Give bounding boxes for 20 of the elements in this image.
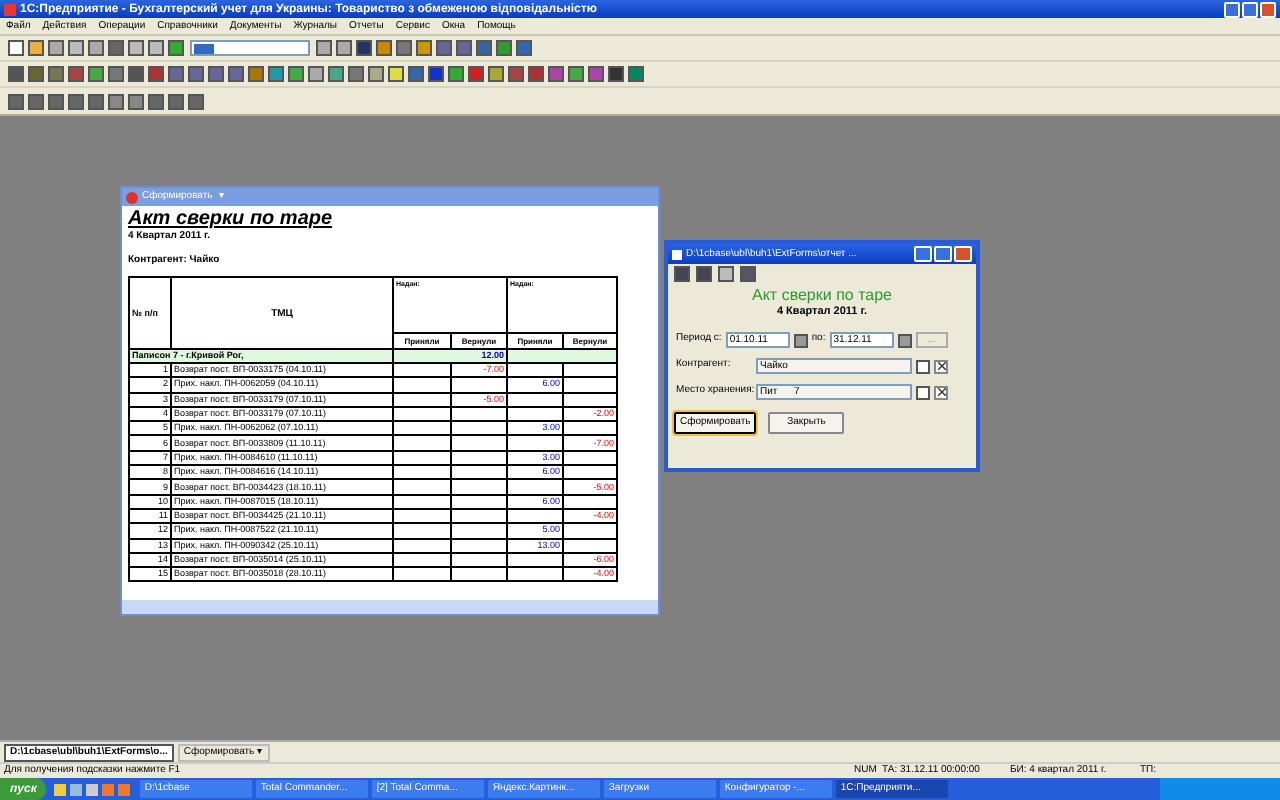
close-icon bbox=[937, 388, 945, 396]
clear-button[interactable] bbox=[934, 359, 948, 373]
maximize-button[interactable] bbox=[1242, 1, 1258, 17]
close-icon bbox=[937, 362, 945, 370]
system-tray bbox=[1160, 778, 1280, 800]
close-button[interactable] bbox=[1260, 1, 1276, 17]
report-icon bbox=[126, 191, 138, 203]
close-button[interactable] bbox=[954, 246, 972, 262]
form-icon bbox=[672, 249, 682, 259]
minimize-button[interactable] bbox=[914, 246, 932, 262]
app-icon bbox=[4, 3, 16, 15]
minimize-button[interactable] bbox=[1224, 1, 1240, 17]
maximize-button[interactable] bbox=[934, 246, 952, 262]
toolbar-combo-field[interactable] bbox=[190, 40, 310, 56]
horizontal-scrollbar[interactable] bbox=[122, 600, 658, 614]
calendar-icon[interactable] bbox=[897, 333, 912, 347]
dialog-heading: Акт сверки по таре bbox=[750, 286, 894, 306]
report-heading: Акт сверки по таре bbox=[128, 208, 335, 230]
clear-button[interactable] bbox=[934, 385, 948, 399]
calendar-icon[interactable] bbox=[793, 333, 808, 347]
